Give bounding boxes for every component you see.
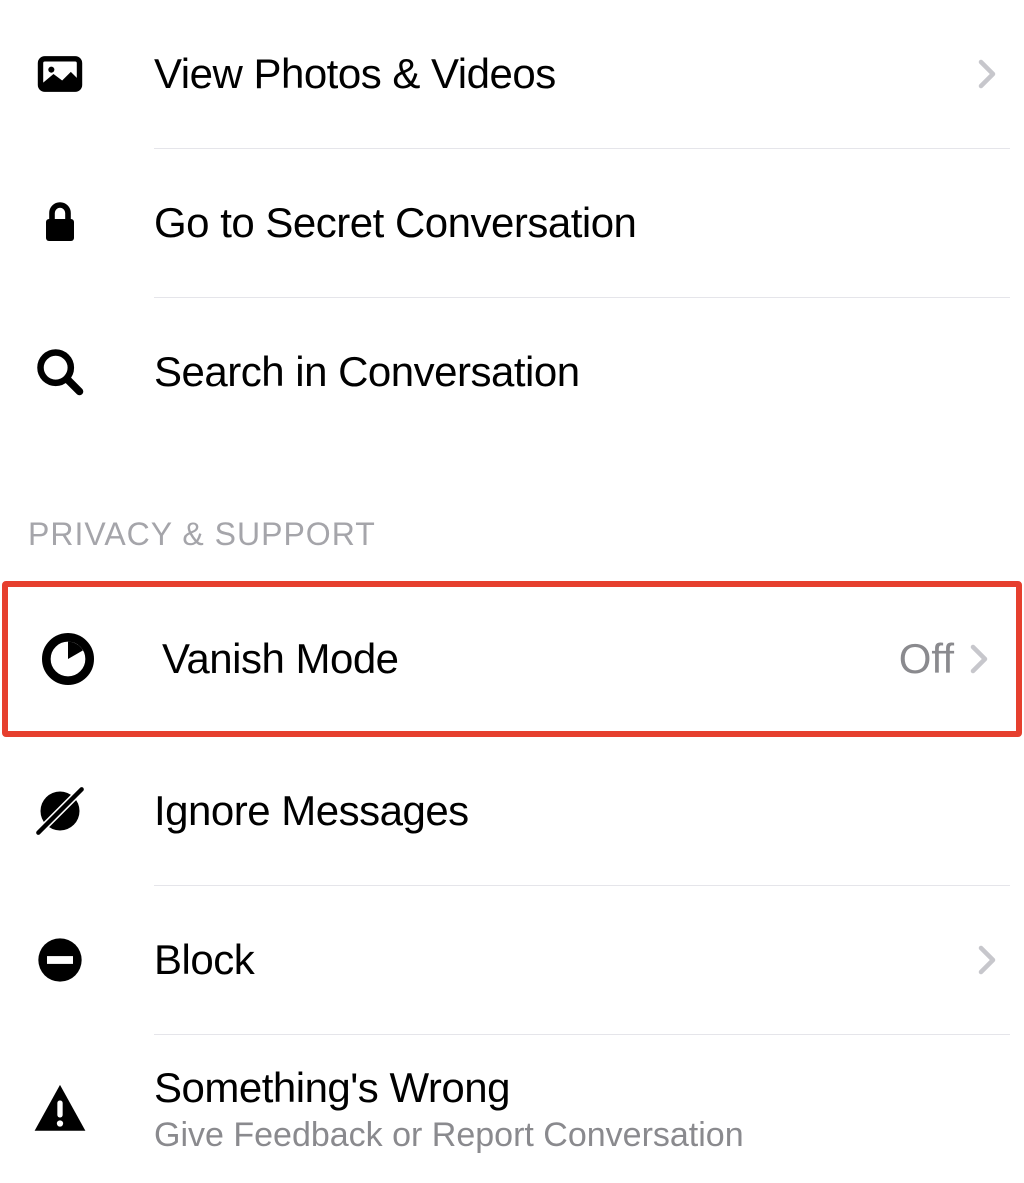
menu-item-label: Go to Secret Conversation <box>154 199 996 247</box>
chevron-right-icon <box>978 58 996 90</box>
menu-item-text: Something's Wrong Give Feedback or Repor… <box>154 1064 996 1155</box>
menu-item-view-photos[interactable]: View Photos & Videos <box>0 0 1024 148</box>
highlight-vanish-mode: Vanish Mode Off <box>2 581 1022 737</box>
search-icon <box>28 340 92 404</box>
menu-item-label: Something's Wrong <box>154 1064 996 1112</box>
section-header-privacy: PRIVACY & SUPPORT <box>0 446 1024 581</box>
menu-item-label: View Photos & Videos <box>154 50 978 98</box>
menu-item-block[interactable]: Block <box>0 886 1024 1034</box>
chevron-right-icon <box>970 643 988 675</box>
menu-item-somethings-wrong[interactable]: Something's Wrong Give Feedback or Repor… <box>0 1035 1024 1183</box>
menu-item-sublabel: Give Feedback or Report Conversation <box>154 1116 996 1155</box>
menu-item-label: Vanish Mode <box>162 635 899 683</box>
menu-item-label: Search in Conversation <box>154 348 996 396</box>
warning-icon <box>28 1077 92 1141</box>
menu-item-ignore[interactable]: Ignore Messages <box>0 737 1024 885</box>
menu-item-secret-conversation[interactable]: Go to Secret Conversation <box>0 149 1024 297</box>
menu-item-search[interactable]: Search in Conversation <box>0 298 1024 446</box>
menu-item-label: Block <box>154 936 978 984</box>
chevron-right-icon <box>978 944 996 976</box>
ignore-icon <box>28 779 92 843</box>
menu-item-vanish-mode[interactable]: Vanish Mode Off <box>8 587 1016 731</box>
timer-icon <box>36 627 100 691</box>
lock-icon <box>28 191 92 255</box>
menu-item-label: Ignore Messages <box>154 787 996 835</box>
image-icon <box>28 42 92 106</box>
block-icon <box>28 928 92 992</box>
menu-item-status: Off <box>899 635 954 683</box>
